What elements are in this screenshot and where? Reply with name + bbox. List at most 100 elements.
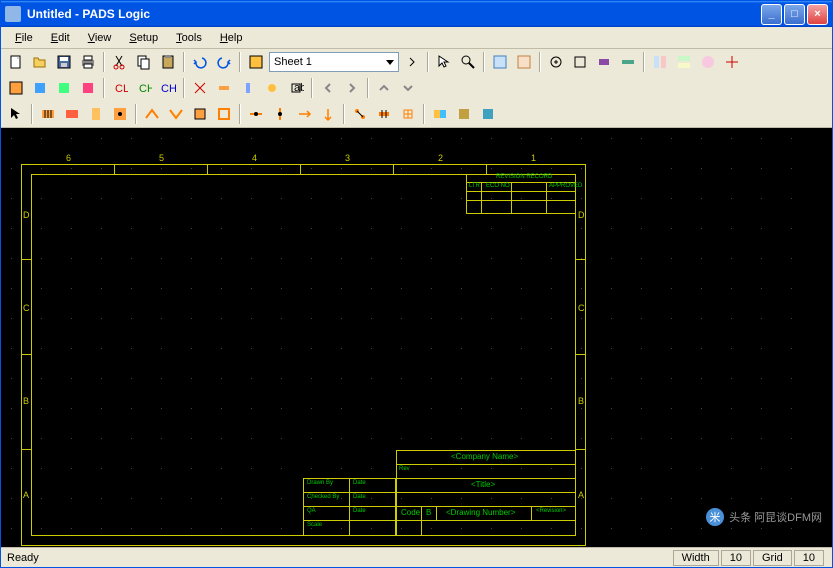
tool-c-button[interactable] [545,51,567,73]
tb3-l[interactable] [317,103,339,125]
tb2-g[interactable]: CHI [157,77,179,99]
tool-g-button[interactable] [649,51,671,73]
col-label: 4 [252,153,257,163]
col-label: 6 [66,153,71,163]
tb2-d[interactable] [77,77,99,99]
tb3-cursor[interactable] [5,103,27,125]
undo-button[interactable] [189,51,211,73]
cut-button[interactable] [109,51,131,73]
maximize-button[interactable]: □ [784,4,805,25]
sheet-icon[interactable] [245,51,267,73]
row-label: C [23,303,30,313]
tb3-g[interactable] [189,103,211,125]
drawing-number: <Drawing Number> [446,508,515,517]
code-label: Code [401,508,420,517]
zoom-button[interactable] [457,51,479,73]
save-button[interactable] [53,51,75,73]
tb2-h[interactable] [189,77,211,99]
tool-e-button[interactable] [593,51,615,73]
date-label2: Date [353,494,366,500]
tb2-arrow-left[interactable] [317,77,339,99]
tb3-f[interactable] [165,103,187,125]
row-label: C [578,303,585,313]
watermark: 米 头条 阿昆谈DFM网 [705,507,822,527]
tb3-m[interactable] [349,103,371,125]
menu-edit[interactable]: Edit [43,30,78,46]
tb3-e[interactable] [141,103,163,125]
tb3-o[interactable] [397,103,419,125]
row-label: B [578,396,584,406]
sheet-dropdown[interactable]: Sheet 1 [269,52,399,72]
title-field: <Title> [471,480,495,489]
tb2-c[interactable] [53,77,75,99]
tb3-r[interactable] [477,103,499,125]
tb3-k[interactable] [293,103,315,125]
sheet-nav-button[interactable] [401,51,423,73]
tool-d-button[interactable] [569,51,591,73]
svg-text:CL: CL [115,83,128,95]
app-icon [5,6,21,22]
tb2-e[interactable]: CL [109,77,131,99]
tb3-j[interactable] [269,103,291,125]
tb3-h[interactable] [213,103,235,125]
dropdown-arrow-icon [386,60,394,65]
menu-view[interactable]: View [80,30,120,46]
tb2-j[interactable] [237,77,259,99]
tool-f-button[interactable] [617,51,639,73]
tb2-i[interactable] [213,77,235,99]
tb2-arrow-right[interactable] [341,77,363,99]
tb3-a[interactable] [37,103,59,125]
tool-h-button[interactable] [673,51,695,73]
tb3-c[interactable] [85,103,107,125]
menu-file[interactable]: File [7,30,41,46]
status-grid-value: 10 [794,550,824,566]
close-button[interactable]: × [807,4,828,25]
tb3-n[interactable] [373,103,395,125]
scale-label: Scale [307,522,322,528]
tb2-arrow-up[interactable] [373,77,395,99]
status-width-label: Width [673,550,719,566]
tb3-i[interactable] [245,103,267,125]
tb2-l[interactable]: ab [285,77,307,99]
menu-help[interactable]: Help [212,30,251,46]
row-label: A [23,490,29,500]
status-grid-label: Grid [753,550,792,566]
select-button[interactable] [433,51,455,73]
code-value: B [426,508,431,517]
schematic-canvas[interactable]: 6 5 4 3 2 1 D C B A D C B A [1,128,832,547]
print-button[interactable] [77,51,99,73]
tool-a-button[interactable] [489,51,511,73]
copy-button[interactable] [133,51,155,73]
tb2-b[interactable] [29,77,51,99]
tool-i-button[interactable] [697,51,719,73]
qa-label: QA [307,508,316,514]
col-label: 2 [438,153,443,163]
redo-button[interactable] [213,51,235,73]
svg-text:CHI: CHI [161,83,176,95]
menubar: File Edit View Setup Tools Help [1,27,832,49]
paste-button[interactable] [157,51,179,73]
titlebar: Untitled - PADS Logic _ □ × [1,1,832,27]
tb2-a[interactable] [5,77,27,99]
company-name: <Company Name> [451,452,518,461]
status-width-value: 10 [721,550,751,566]
status-ready: Ready [7,552,673,564]
tb2-arrow-down[interactable] [397,77,419,99]
open-button[interactable] [29,51,51,73]
tb3-d[interactable] [109,103,131,125]
tb3-q[interactable] [453,103,475,125]
new-button[interactable] [5,51,27,73]
tb3-b[interactable] [61,103,83,125]
tb2-k[interactable] [261,77,283,99]
rev-label: Rev [399,466,410,472]
minimize-button[interactable]: _ [761,4,782,25]
tb3-p[interactable] [429,103,451,125]
menu-tools[interactable]: Tools [168,30,210,46]
tb2-f[interactable]: CH [133,77,155,99]
rev-approved: APPROVED [549,183,582,189]
tool-j-button[interactable] [721,51,743,73]
menu-setup[interactable]: Setup [121,30,166,46]
col-label: 1 [531,153,536,163]
toolbars: Sheet 1 CL [1,49,832,128]
tool-b-button[interactable] [513,51,535,73]
